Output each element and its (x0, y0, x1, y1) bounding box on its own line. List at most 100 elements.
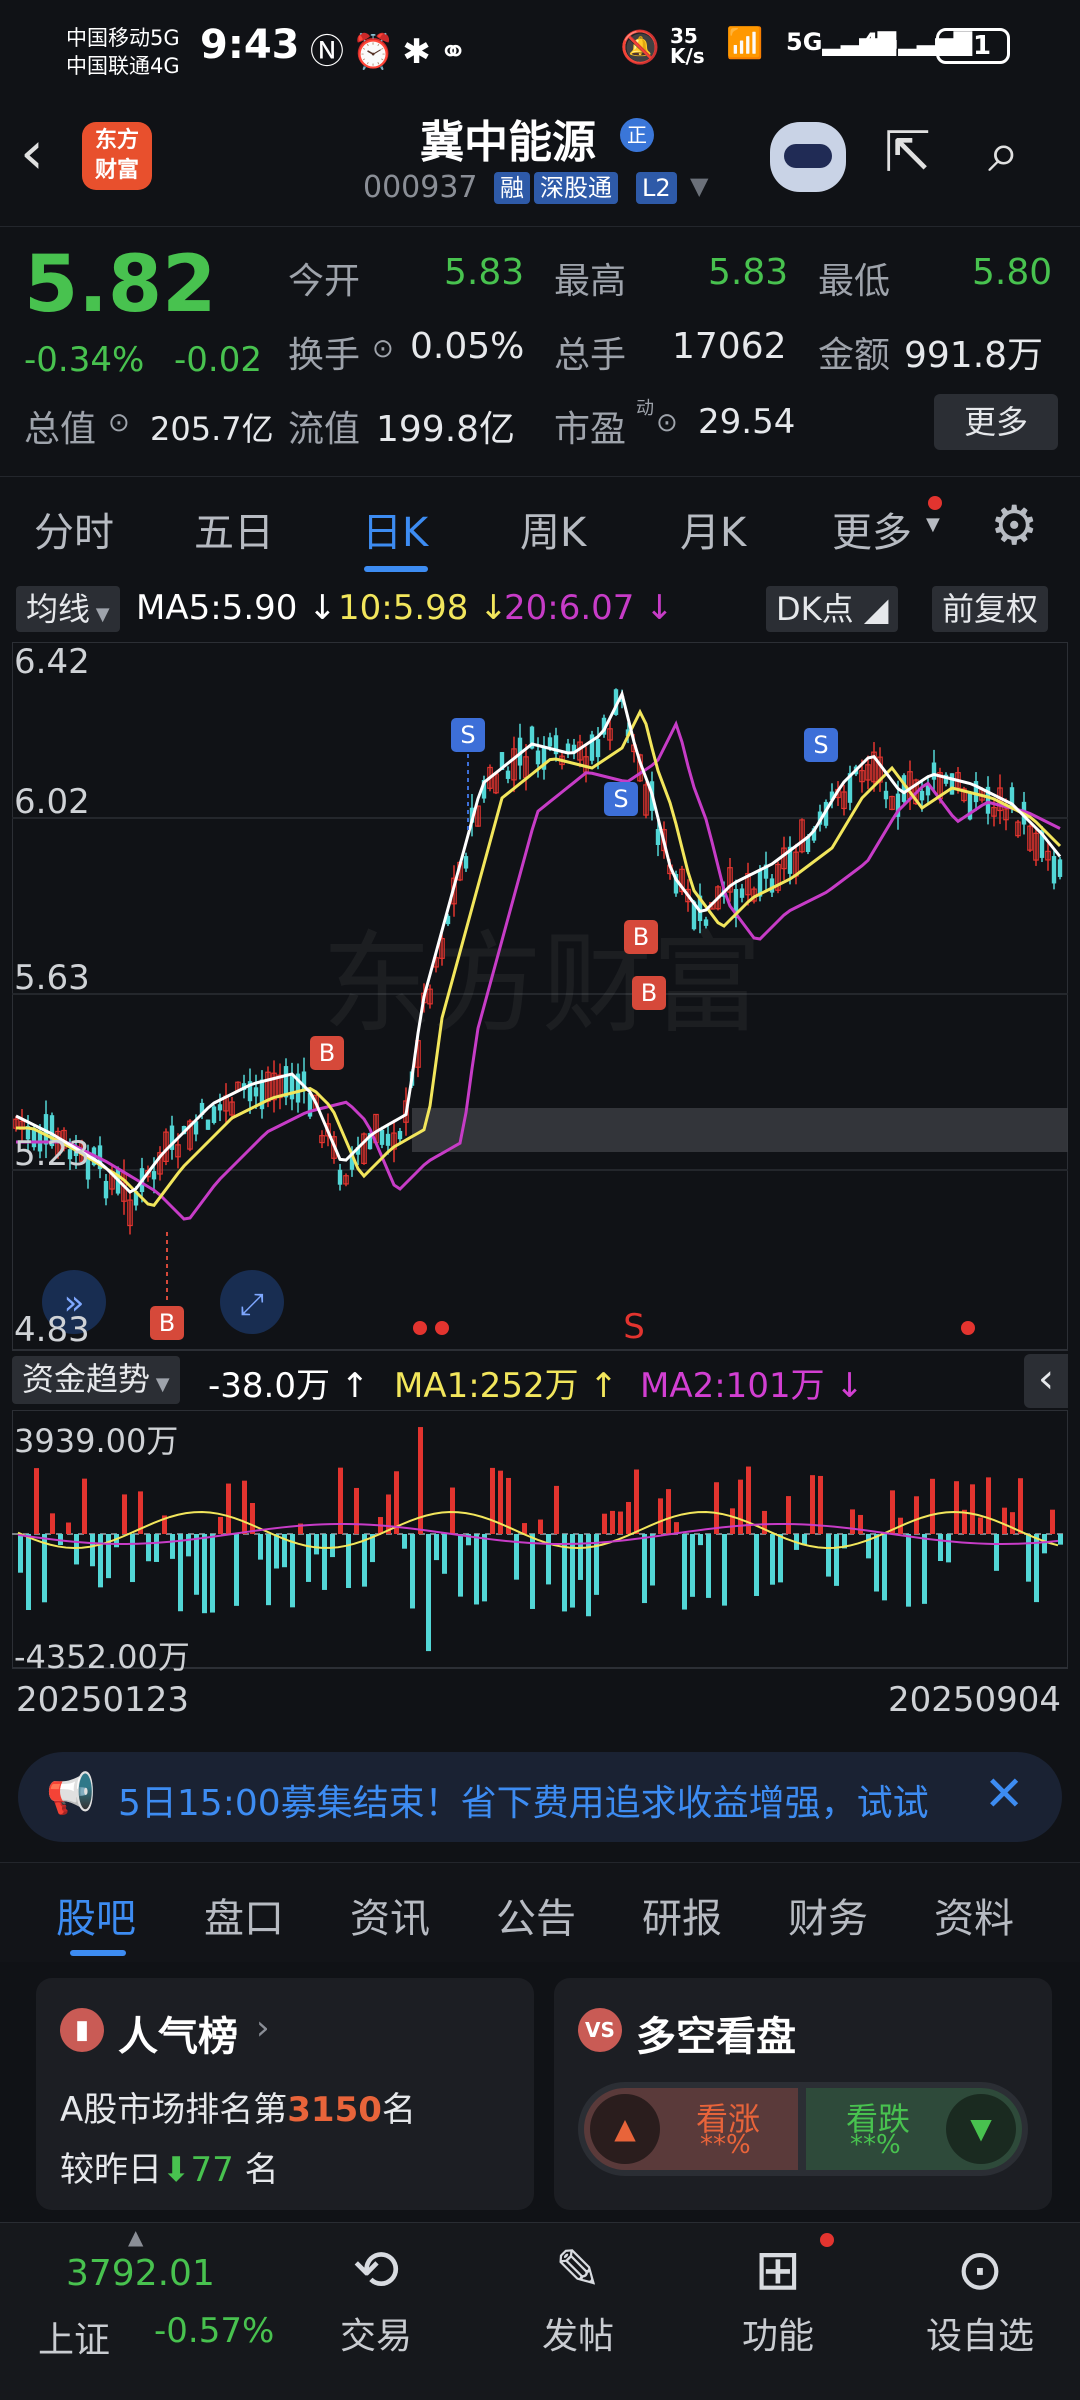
flow-bar (698, 1534, 703, 1546)
nav-post[interactable]: ✎ 发帖 (508, 2223, 648, 2359)
flow-bar (386, 1494, 391, 1534)
notification-dot (928, 496, 942, 510)
net-speed: 35 K/s (670, 24, 705, 68)
kline-chart[interactable]: 东方财富 S S S B B B B S » ⤢ (12, 642, 1068, 1352)
tab-research[interactable]: 研报 (642, 1886, 722, 1944)
flow-bar (1050, 1509, 1055, 1534)
search-icon[interactable]: ⌕ (988, 120, 1019, 186)
collapse-panel-icon[interactable]: ‹ (1024, 1354, 1068, 1408)
sell-signal-s: S (623, 1307, 645, 1347)
indicator-selector-button[interactable]: 资金趋势 ▼ (12, 1356, 180, 1404)
forward-adjust-button[interactable]: 前复权 (932, 586, 1049, 632)
promo-banner[interactable]: 📢 5日15:00募集结束！省下费用追求收益增强，试试 ✕ (18, 1752, 1062, 1842)
candle-body (739, 888, 745, 898)
candle-body (151, 1171, 157, 1180)
ma-selector-label: 均线 (26, 590, 91, 628)
candle-body (103, 1180, 109, 1199)
flow-bar (530, 1534, 535, 1609)
y-label-2: 6.02 (14, 782, 90, 822)
flow-bar (826, 1534, 831, 1577)
dk-point-button[interactable]: DK点 ◢ (766, 586, 899, 632)
index-value[interactable]: 3792.01 (66, 2253, 215, 2294)
settings-gear-icon[interactable]: ⚙ (990, 494, 1038, 557)
info-icon[interactable]: ⊙ (108, 408, 130, 438)
flow-bar (306, 1534, 311, 1582)
candle-body (901, 775, 907, 802)
flow-bar (610, 1510, 615, 1534)
bull-bear-card[interactable]: VS 多空看盘 ▲ 看涨 **% 看跌 **% ▼ (554, 1978, 1052, 2210)
tab-guba[interactable]: 股吧 (56, 1886, 136, 1944)
expand-up-icon[interactable]: ▲ (128, 2225, 143, 2249)
back-icon[interactable]: ‹ (20, 118, 70, 188)
wifi-icon: 📶 (726, 26, 764, 61)
flow-bar (154, 1534, 159, 1562)
ranking-icon: ▮ (60, 2008, 104, 2052)
tab-daily-k[interactable]: 日K (362, 500, 428, 558)
indicator-name: 资金趋势 (22, 1360, 151, 1398)
carrier-2: 中国联通4G (66, 54, 180, 78)
bull-button[interactable]: ▲ 看涨 **% (584, 2088, 798, 2170)
flow-bar (186, 1534, 191, 1557)
tab-monthly-k[interactable]: 月K (680, 500, 746, 558)
svg-text:B: B (633, 923, 649, 951)
event-dot (961, 1321, 975, 1335)
flow-bar (266, 1534, 271, 1606)
vs-icon: VS (578, 2008, 622, 2052)
tab-pankou[interactable]: 盘口 (204, 1886, 284, 1944)
nav-trade[interactable]: ⟲ 交易 (306, 2223, 446, 2359)
indicator-min: -4352.00万 (14, 1638, 190, 1676)
candle-body (883, 790, 889, 800)
flow-bar (322, 1534, 327, 1590)
tab-news[interactable]: 资讯 (350, 1886, 430, 1944)
svg-text:S: S (813, 731, 828, 759)
index-name[interactable]: 上证 (38, 2311, 110, 2363)
up-triangle-icon: ▲ (590, 2094, 660, 2164)
flow-bar (354, 1487, 359, 1534)
candle-body (205, 1119, 211, 1130)
flow-bar (546, 1534, 551, 1585)
flow-bar (634, 1469, 639, 1534)
flow-bar (290, 1534, 295, 1608)
amount-value: 991.8万 (904, 335, 1044, 376)
info-icon[interactable]: ⊙ (656, 408, 678, 438)
svg-text:B: B (159, 1309, 175, 1337)
ma5-value: MA5:5.90 (136, 588, 298, 628)
tab-more[interactable]: 更多 (832, 500, 912, 558)
tab-profile[interactable]: 资料 (934, 1886, 1014, 1944)
assistant-robot-icon[interactable] (770, 122, 846, 192)
close-icon[interactable]: ✕ (984, 1766, 1024, 1822)
candle-body (535, 750, 541, 765)
popularity-card[interactable]: ▮ 人气榜 › A股市场排名第3150名 较昨日⬇77 名 (36, 1978, 534, 2210)
flow-bar (954, 1481, 959, 1534)
watermark: 东方财富 (322, 920, 762, 1048)
flow-bar (218, 1516, 223, 1534)
flow-bar (26, 1534, 31, 1611)
candle-body (217, 1104, 223, 1111)
popularity-title: 人气榜 (118, 2014, 238, 2060)
chevron-down-icon[interactable]: ▼ (690, 172, 708, 200)
flow-bar (882, 1534, 887, 1601)
tab-5day[interactable]: 五日 (194, 500, 274, 558)
tab-announcements[interactable]: 公告 (496, 1886, 576, 1944)
tab-intraday[interactable]: 分时 (34, 500, 114, 558)
flow-bar (754, 1534, 759, 1596)
zheng-badge: 正 (620, 118, 654, 152)
flow-bar (74, 1534, 79, 1565)
tab-finance[interactable]: 财务 (788, 1886, 868, 1944)
event-dot (435, 1321, 449, 1335)
app-logo[interactable]: 东方 财富 (82, 122, 152, 190)
open-value: 5.83 (444, 252, 525, 293)
ma-selector-button[interactable]: 均线 ▼ (16, 586, 120, 632)
more-quote-button[interactable]: 更多 (934, 394, 1058, 450)
tab-weekly-k[interactable]: 周K (520, 500, 586, 558)
info-icon[interactable]: ⊙ (372, 334, 394, 364)
change-abs: -0.02 (174, 340, 262, 380)
rank-suffix: 名 (381, 2090, 416, 2130)
index-change[interactable]: -0.57% (154, 2311, 274, 2351)
nav-add-watchlist[interactable]: ⊙ 设自选 (910, 2223, 1050, 2359)
share-icon[interactable]: ⇱ (884, 120, 931, 185)
bear-button[interactable]: 看跌 **% ▼ (806, 2088, 1022, 2170)
flow-bar (874, 1534, 879, 1592)
svg-text:B: B (319, 1039, 335, 1067)
candle-body (379, 1129, 385, 1145)
